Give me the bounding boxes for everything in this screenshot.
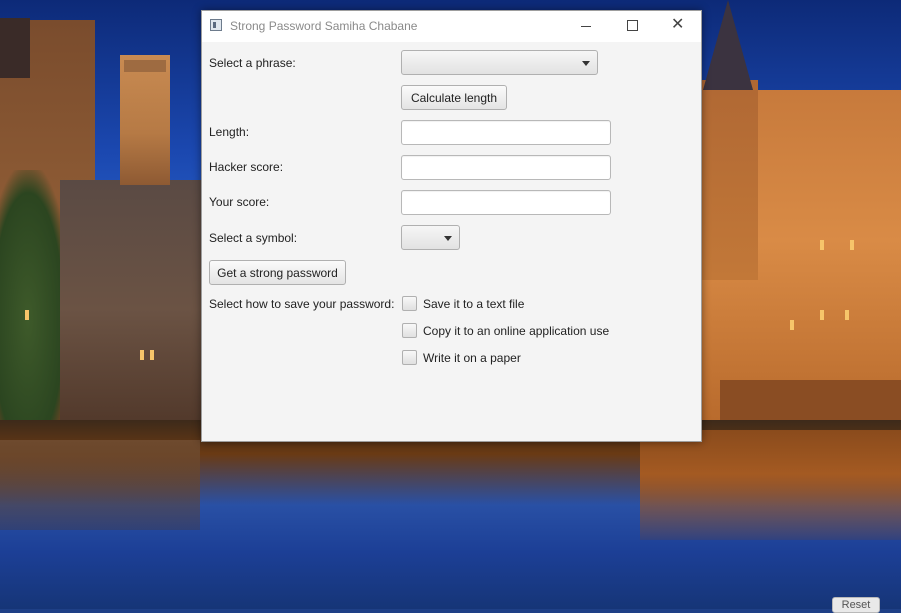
copy-online-checkbox[interactable] [402,323,417,338]
wallpaper-window-light [25,310,29,320]
app-window: Strong Password Samiha Chabane ✕ Select … [201,10,702,442]
length-field[interactable] [401,120,611,145]
your-score-field[interactable] [401,190,611,215]
save-method-label: Select how to save your password: [209,297,395,311]
desktop-corner-button[interactable]: Reset [832,597,880,613]
save-text-file-checkbox[interactable] [402,296,417,311]
wallpaper-quay [720,380,901,425]
wallpaper-window-light [790,320,794,330]
wallpaper-window-light [845,310,849,320]
wallpaper-belfry-tower [120,55,170,185]
symbol-select[interactable] [401,225,460,250]
window-title: Strong Password Samiha Chabane [230,19,418,33]
length-label: Length: [209,125,250,139]
maximize-button[interactable] [609,11,655,42]
your-score-label: Your score: [209,195,270,209]
wallpaper-window-light [820,240,824,250]
minimize-button[interactable] [563,11,609,42]
save-text-file-label[interactable]: Save it to a text file [423,297,524,311]
minimize-icon [581,26,591,27]
phrase-select[interactable] [401,50,598,75]
wallpaper-left-roof [0,18,30,78]
symbol-label: Select a symbol: [209,231,298,245]
wallpaper-window-light [150,350,154,360]
title-bar[interactable]: Strong Password Samiha Chabane ✕ [202,11,701,42]
wallpaper-window-light [820,310,824,320]
hacker-score-field[interactable] [401,155,611,180]
chevron-down-icon [444,236,452,241]
write-paper-checkbox[interactable] [402,350,417,365]
close-button[interactable]: ✕ [655,11,701,42]
wallpaper-belfry-top [124,60,166,72]
hacker-score-label: Hacker score: [209,160,284,174]
wallpaper-right-tower [700,80,758,280]
chevron-down-icon [582,61,590,66]
wallpaper-reflection-right [640,430,901,540]
write-paper-label[interactable]: Write it on a paper [423,351,521,365]
wallpaper-window-light [850,240,854,250]
copy-online-label[interactable]: Copy it to an online application use [423,324,609,338]
get-strong-password-button[interactable]: Get a strong password [209,260,346,285]
wallpaper-window-light [140,350,144,360]
phrase-label: Select a phrase: [209,56,296,70]
app-icon [210,19,222,31]
wallpaper-middle-building [60,180,205,440]
wallpaper-reflection-left [0,440,200,530]
calculate-length-button[interactable]: Calculate length [401,85,507,110]
maximize-icon [627,20,638,31]
close-icon: ✕ [671,16,685,33]
